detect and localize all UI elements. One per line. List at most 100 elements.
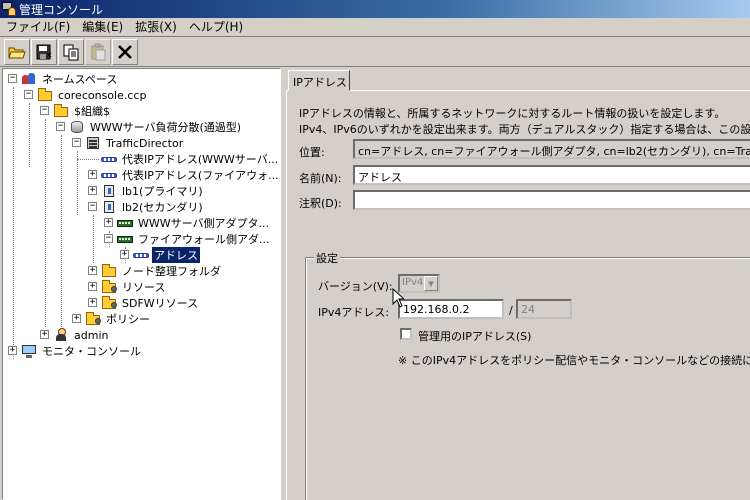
tree-item-loadbalance[interactable]: WWWサーバ負荷分散(通過型)	[69, 119, 243, 135]
namespace-tree[interactable]: − ネームスペース − coreconsole.ccp − $組織$ − WWW…	[2, 68, 281, 500]
tree-expander-lb1[interactable]: +	[88, 186, 97, 195]
menu-extend[interactable]: 拡張(X)	[129, 18, 183, 36]
ipv4-address-input[interactable]: 192.168.0.2	[398, 299, 504, 319]
tree-expander-coreconsole[interactable]: −	[24, 90, 33, 99]
tree-expander-adapter-www[interactable]: +	[104, 218, 113, 227]
tree-item-label: ネームスペース	[42, 73, 118, 86]
tree-item-lb1[interactable]: lb1(プライマリ)	[101, 183, 205, 199]
management-ip-checkbox-label: 管理用のIPアドレス(S)	[418, 330, 532, 343]
copy-button[interactable]	[58, 38, 84, 65]
version-label: バージョン(V):	[318, 280, 393, 293]
version-select-value: IPv4	[402, 277, 424, 288]
resource-folder-icon	[101, 280, 117, 294]
console-app-icon	[2, 2, 16, 16]
mouse-cursor-icon	[392, 288, 404, 308]
menu-bar: ファイル(F) 編集(E) 拡張(X) ヘルプ(H)	[0, 18, 750, 37]
tree-expander-admin[interactable]: +	[40, 330, 49, 339]
tree-expander-traffic[interactable]: −	[72, 138, 81, 147]
tree-item-adapter-www[interactable]: WWWサーバ側アダプタ...	[117, 215, 271, 231]
prefix-slash: /	[509, 304, 513, 317]
network-adapter-icon	[117, 232, 133, 246]
tree-item-org[interactable]: $組織$	[53, 103, 112, 119]
ip-address-icon	[133, 248, 149, 262]
tree-expander-loadbalance[interactable]: −	[56, 122, 65, 131]
tree-item-label: ノード整理フォルダ	[122, 265, 221, 278]
tree-item-rep-ip-www[interactable]: 代表IPアドレス(WWWサーバ...	[101, 151, 280, 167]
ipv4-label: IPv4アドレス:	[318, 306, 390, 319]
close-icon	[118, 44, 132, 59]
tree-item-label: coreconsole.ccp	[58, 88, 147, 102]
note-label: 注釈(D):	[299, 197, 342, 210]
ip-address-icon	[101, 168, 117, 182]
folder-icon	[37, 88, 53, 102]
management-ip-checkbox[interactable]	[400, 328, 412, 340]
tree-item-trafficdirector[interactable]: TrafficDirector	[85, 135, 185, 151]
open-folder-icon	[8, 47, 26, 58]
name-label: 名前(N):	[299, 172, 342, 185]
tree-expander-rep-ip-fw[interactable]: +	[88, 170, 97, 179]
tree-item-resource[interactable]: リソース	[101, 279, 167, 295]
ipv4-usage-note: ※ このIPv4アドレスをポリシー配信やモニタ・コンソールなどの接続に使	[398, 354, 750, 367]
save-icon	[36, 44, 52, 59]
tree-item-label: モニタ・コンソール	[42, 345, 141, 358]
tree-item-monitor-console[interactable]: モニタ・コンソール	[21, 343, 143, 359]
ip-address-icon	[101, 152, 117, 166]
resource-folder-icon	[101, 296, 117, 310]
version-select[interactable]: IPv4 ▼	[398, 274, 440, 293]
policy-folder-icon	[85, 312, 101, 326]
menu-edit[interactable]: 編集(E)	[76, 18, 129, 36]
load-balancer-icon	[101, 184, 117, 198]
tree-expander-org[interactable]: −	[40, 106, 49, 115]
title-bar: 管理コンソール	[0, 0, 750, 18]
note-input[interactable]	[353, 190, 750, 210]
window-title: 管理コンソール	[19, 2, 104, 17]
tree-item-label: WWWサーバ負荷分散(通過型)	[90, 121, 242, 134]
tree-item-rep-ip-fw[interactable]: 代表IPアドレス(ファイアウォ...	[101, 167, 280, 183]
tree-item-label: リソース	[122, 281, 166, 294]
description-line-2: IPv4、IPv6のいずれかを設定出来ます。両方（デュアルスタック）指定する場合…	[299, 123, 750, 136]
toolbar	[0, 37, 750, 67]
tree-expander-policy[interactable]: +	[72, 314, 81, 323]
tree-item-label: ファイアウォール側アダ...	[138, 233, 270, 246]
tree-expander-monitor[interactable]: +	[8, 346, 17, 355]
tree-expander-resource[interactable]: +	[88, 282, 97, 291]
tree-item-label: ポリシー	[106, 313, 150, 326]
tree-expander-lb2[interactable]: −	[88, 202, 97, 211]
tree-item-policy[interactable]: ポリシー	[85, 311, 152, 327]
copy-icon	[63, 44, 79, 60]
tree-expander-sdfw[interactable]: +	[88, 298, 97, 307]
tree-item-label: 代表IPアドレス(WWWサーバ...	[122, 153, 279, 166]
menu-help[interactable]: ヘルプ(H)	[183, 18, 249, 36]
delete-button[interactable]	[112, 38, 138, 65]
organization-folder-icon	[53, 104, 69, 118]
tree-item-address[interactable]: アドレス	[133, 247, 200, 263]
paste-button[interactable]	[85, 38, 111, 65]
tree-expander-adapter-fw[interactable]: −	[104, 234, 113, 243]
tree-item-node-folder[interactable]: ノード整理フォルダ	[101, 263, 223, 279]
menu-file[interactable]: ファイル(F)	[0, 18, 76, 36]
network-adapter-icon	[117, 216, 133, 230]
tree-item-label: admin	[74, 328, 109, 342]
tab-ip-address[interactable]: IPアドレス	[288, 70, 350, 91]
location-field: cn=アドレス, cn=ファイアウォール側アダプタ, cn=lb2(セカンダリ)…	[353, 139, 750, 159]
tree-item-coreconsole[interactable]: coreconsole.ccp	[37, 87, 148, 103]
name-input[interactable]: アドレス	[353, 165, 750, 185]
tree-item-adapter-fw[interactable]: ファイアウォール側アダ...	[117, 231, 272, 247]
location-label: 位置:	[299, 146, 325, 159]
tree-item-admin[interactable]: admin	[53, 327, 110, 343]
tree-item-sdfw[interactable]: SDFWリソース	[101, 295, 200, 311]
tree-expander-node-folder[interactable]: +	[88, 266, 97, 275]
monitor-icon	[21, 344, 37, 358]
paste-icon	[91, 43, 106, 60]
tree-expander-address[interactable]: +	[120, 250, 129, 259]
settings-group-title: 設定	[314, 250, 340, 266]
open-button[interactable]	[4, 38, 30, 65]
tree-item-namespace[interactable]: ネームスペース	[21, 71, 119, 87]
tree-item-lb2[interactable]: lb2(セカンダリ)	[101, 199, 205, 215]
tree-item-label: アドレス	[152, 247, 200, 263]
tree-expander-namespace[interactable]: −	[8, 74, 17, 83]
tab-content: IPアドレスの情報と、所属するネットワークに対するルート情報の扱いを設定します。…	[286, 90, 750, 500]
folder-icon	[101, 264, 117, 278]
save-button[interactable]	[31, 38, 57, 65]
tree-item-label: lb1(プライマリ)	[122, 185, 203, 198]
